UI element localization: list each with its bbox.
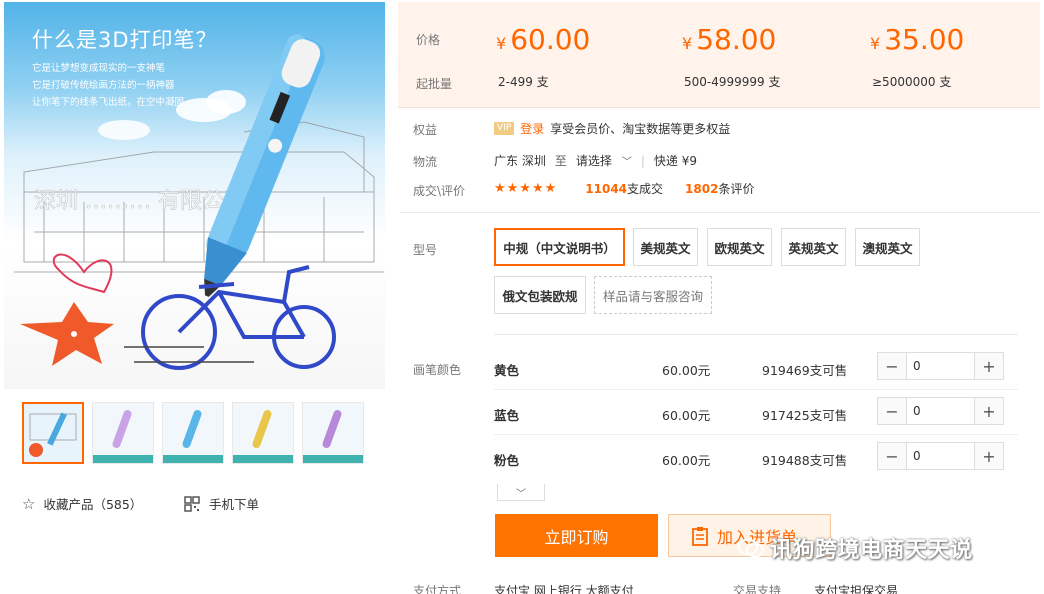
moq-tier-2: 500-4999999 支 — [684, 75, 781, 89]
star-outline-icon: ☆ — [22, 494, 36, 513]
color-name: 黄色 — [494, 363, 520, 378]
thumbnail-3[interactable] — [162, 402, 224, 464]
color-price: 60.00元 — [662, 363, 711, 378]
quantity-stepper: − 0 + — [877, 442, 1004, 470]
divider — [400, 212, 1040, 213]
benefits-row: VIP 登录 享受会员价、淘宝数据等更多权益 — [494, 120, 730, 137]
model-option-au[interactable]: 澳规英文 — [855, 228, 920, 266]
color-price: 60.00元 — [662, 408, 711, 423]
moq-tier-1: 2-499 支 — [498, 75, 549, 89]
plus-button[interactable]: + — [975, 353, 1003, 379]
model-option-cn[interactable]: 中规（中文说明书） — [494, 228, 625, 266]
reviews-link[interactable]: 1802条评价 — [685, 180, 754, 197]
wechat-watermark: 讯狗跨境电商天天说 — [738, 532, 973, 564]
minus-button[interactable]: − — [878, 443, 906, 469]
price-tier-3: ¥35.00 — [870, 23, 965, 56]
wechat-logo-icon — [738, 538, 764, 558]
qr-code-icon — [184, 495, 200, 512]
price-tier-1: ¥60.00 — [496, 23, 591, 56]
benefits-text: 享受会员价、淘宝数据等更多权益 — [550, 122, 731, 136]
color-name: 蓝色 — [494, 408, 520, 423]
minus-button[interactable]: − — [878, 353, 906, 379]
plus-button[interactable]: + — [975, 398, 1003, 424]
trade-support-label: 交易支持 — [733, 584, 782, 594]
quantity-input[interactable]: 0 — [906, 443, 975, 469]
expand-colors-button[interactable]: ﹀ — [497, 484, 545, 501]
clipboard-icon — [692, 526, 708, 546]
model-label: 型号 — [413, 243, 438, 257]
thumbnail-strip — [22, 402, 382, 466]
color-stock: 919488支可售 — [762, 453, 848, 468]
reviews-label: 成交\评价 — [413, 184, 466, 198]
thumbnail-1[interactable] — [22, 402, 84, 464]
thumbnail-4[interactable] — [232, 402, 294, 464]
quantity-stepper: − 0 + — [877, 352, 1004, 380]
price-label: 价格 — [416, 33, 441, 47]
color-row-yellow: 黄色 60.00元 919469支可售 − 0 + — [494, 346, 1010, 390]
mobile-order-button[interactable]: 手机下单 — [184, 494, 259, 513]
chevron-down-icon: ﹀ — [516, 488, 526, 500]
model-option-sample[interactable]: 样品请与客服咨询 — [594, 276, 712, 314]
shipping-fee: 快递 ¥9 — [653, 154, 697, 168]
reviews-row: ★★★★★ 11044支成交 1802条评价 — [494, 180, 754, 197]
logistics-row: 广东 深圳 至 请选择 ﹀ | 快递 ¥9 — [494, 152, 697, 169]
price-panel: 价格 起批量 ¥60.00 ¥58.00 ¥35.00 2-499 支 500-… — [398, 2, 1040, 108]
rating-stars: ★★★★★ — [494, 181, 558, 196]
payment-value: 支付宝 网上银行 大额支付 — [494, 584, 634, 594]
moq-tier-3: ≥5000000 支 — [872, 75, 952, 89]
deals-link[interactable]: 11044支成交 — [585, 180, 663, 197]
minus-button[interactable]: − — [878, 398, 906, 424]
divider — [494, 434, 1018, 435]
image-watermark: 深圳 ……… 有限公司 — [34, 189, 246, 214]
divider — [494, 334, 1018, 335]
plus-button[interactable]: + — [975, 443, 1003, 469]
product-page: 什么是3D打印笔？ 它是让梦想变成现实的一支神笔 它是打破传统绘画方法的一柄神器… — [0, 0, 1044, 594]
order-now-button[interactable]: 立即订购 — [495, 514, 658, 557]
chevron-down-icon: ﹀ — [621, 157, 632, 168]
thumbnail-2[interactable] — [92, 402, 154, 464]
divider — [494, 389, 1018, 390]
color-row-blue: 蓝色 60.00元 917425支可售 − 0 + — [494, 391, 1010, 435]
divider: | — [640, 153, 645, 168]
thumbnail-5[interactable] — [302, 402, 364, 464]
mobile-order-label: 手机下单 — [209, 497, 260, 512]
model-option-uk[interactable]: 英规英文 — [781, 228, 846, 266]
quantity-input[interactable]: 0 — [906, 398, 975, 424]
main-product-image[interactable]: 什么是3D打印笔？ 它是让梦想变成现实的一支神笔 它是打破传统绘画方法的一柄神器… — [4, 2, 385, 389]
login-link[interactable]: 登录 — [520, 120, 544, 137]
model-option-eu[interactable]: 欧规英文 — [707, 228, 772, 266]
destination-select[interactable]: 请选择 ﹀ — [576, 152, 632, 169]
favorite-label: 收藏产品（585） — [43, 497, 143, 512]
trade-support-value: 支付宝担保交易 — [814, 584, 899, 594]
benefits-label: 权益 — [413, 123, 438, 137]
moq-label: 起批量 — [416, 77, 453, 91]
price-tier-2: ¥58.00 — [682, 23, 777, 56]
to-text: 至 — [554, 154, 567, 168]
payment-label: 支付方式 — [413, 584, 462, 594]
origin-text: 广东 深圳 — [494, 154, 546, 168]
color-name: 粉色 — [494, 453, 520, 468]
model-option-ru[interactable]: 俄文包装欧规 — [494, 276, 586, 314]
product-illustration: 深圳 ……… 有限公司 — [14, 34, 384, 370]
product-gallery: 什么是3D打印笔？ 它是让梦想变成现实的一支神笔 它是打破传统绘画方法的一柄神器… — [0, 0, 395, 594]
vip-badge: VIP — [494, 122, 515, 135]
logistics-label: 物流 — [413, 155, 438, 169]
color-stock: 919469支可售 — [762, 363, 848, 378]
color-row-pink: 粉色 60.00元 919488支可售 − 0 + — [494, 436, 1010, 480]
pen-color-label: 画笔颜色 — [413, 363, 462, 377]
quantity-stepper: − 0 + — [877, 397, 1004, 425]
color-stock: 917425支可售 — [762, 408, 848, 423]
quantity-input[interactable]: 0 — [906, 353, 975, 379]
favorite-button[interactable]: ☆ 收藏产品（585） — [22, 494, 142, 513]
color-price: 60.00元 — [662, 453, 711, 468]
model-option-us[interactable]: 美规英文 — [633, 228, 698, 266]
